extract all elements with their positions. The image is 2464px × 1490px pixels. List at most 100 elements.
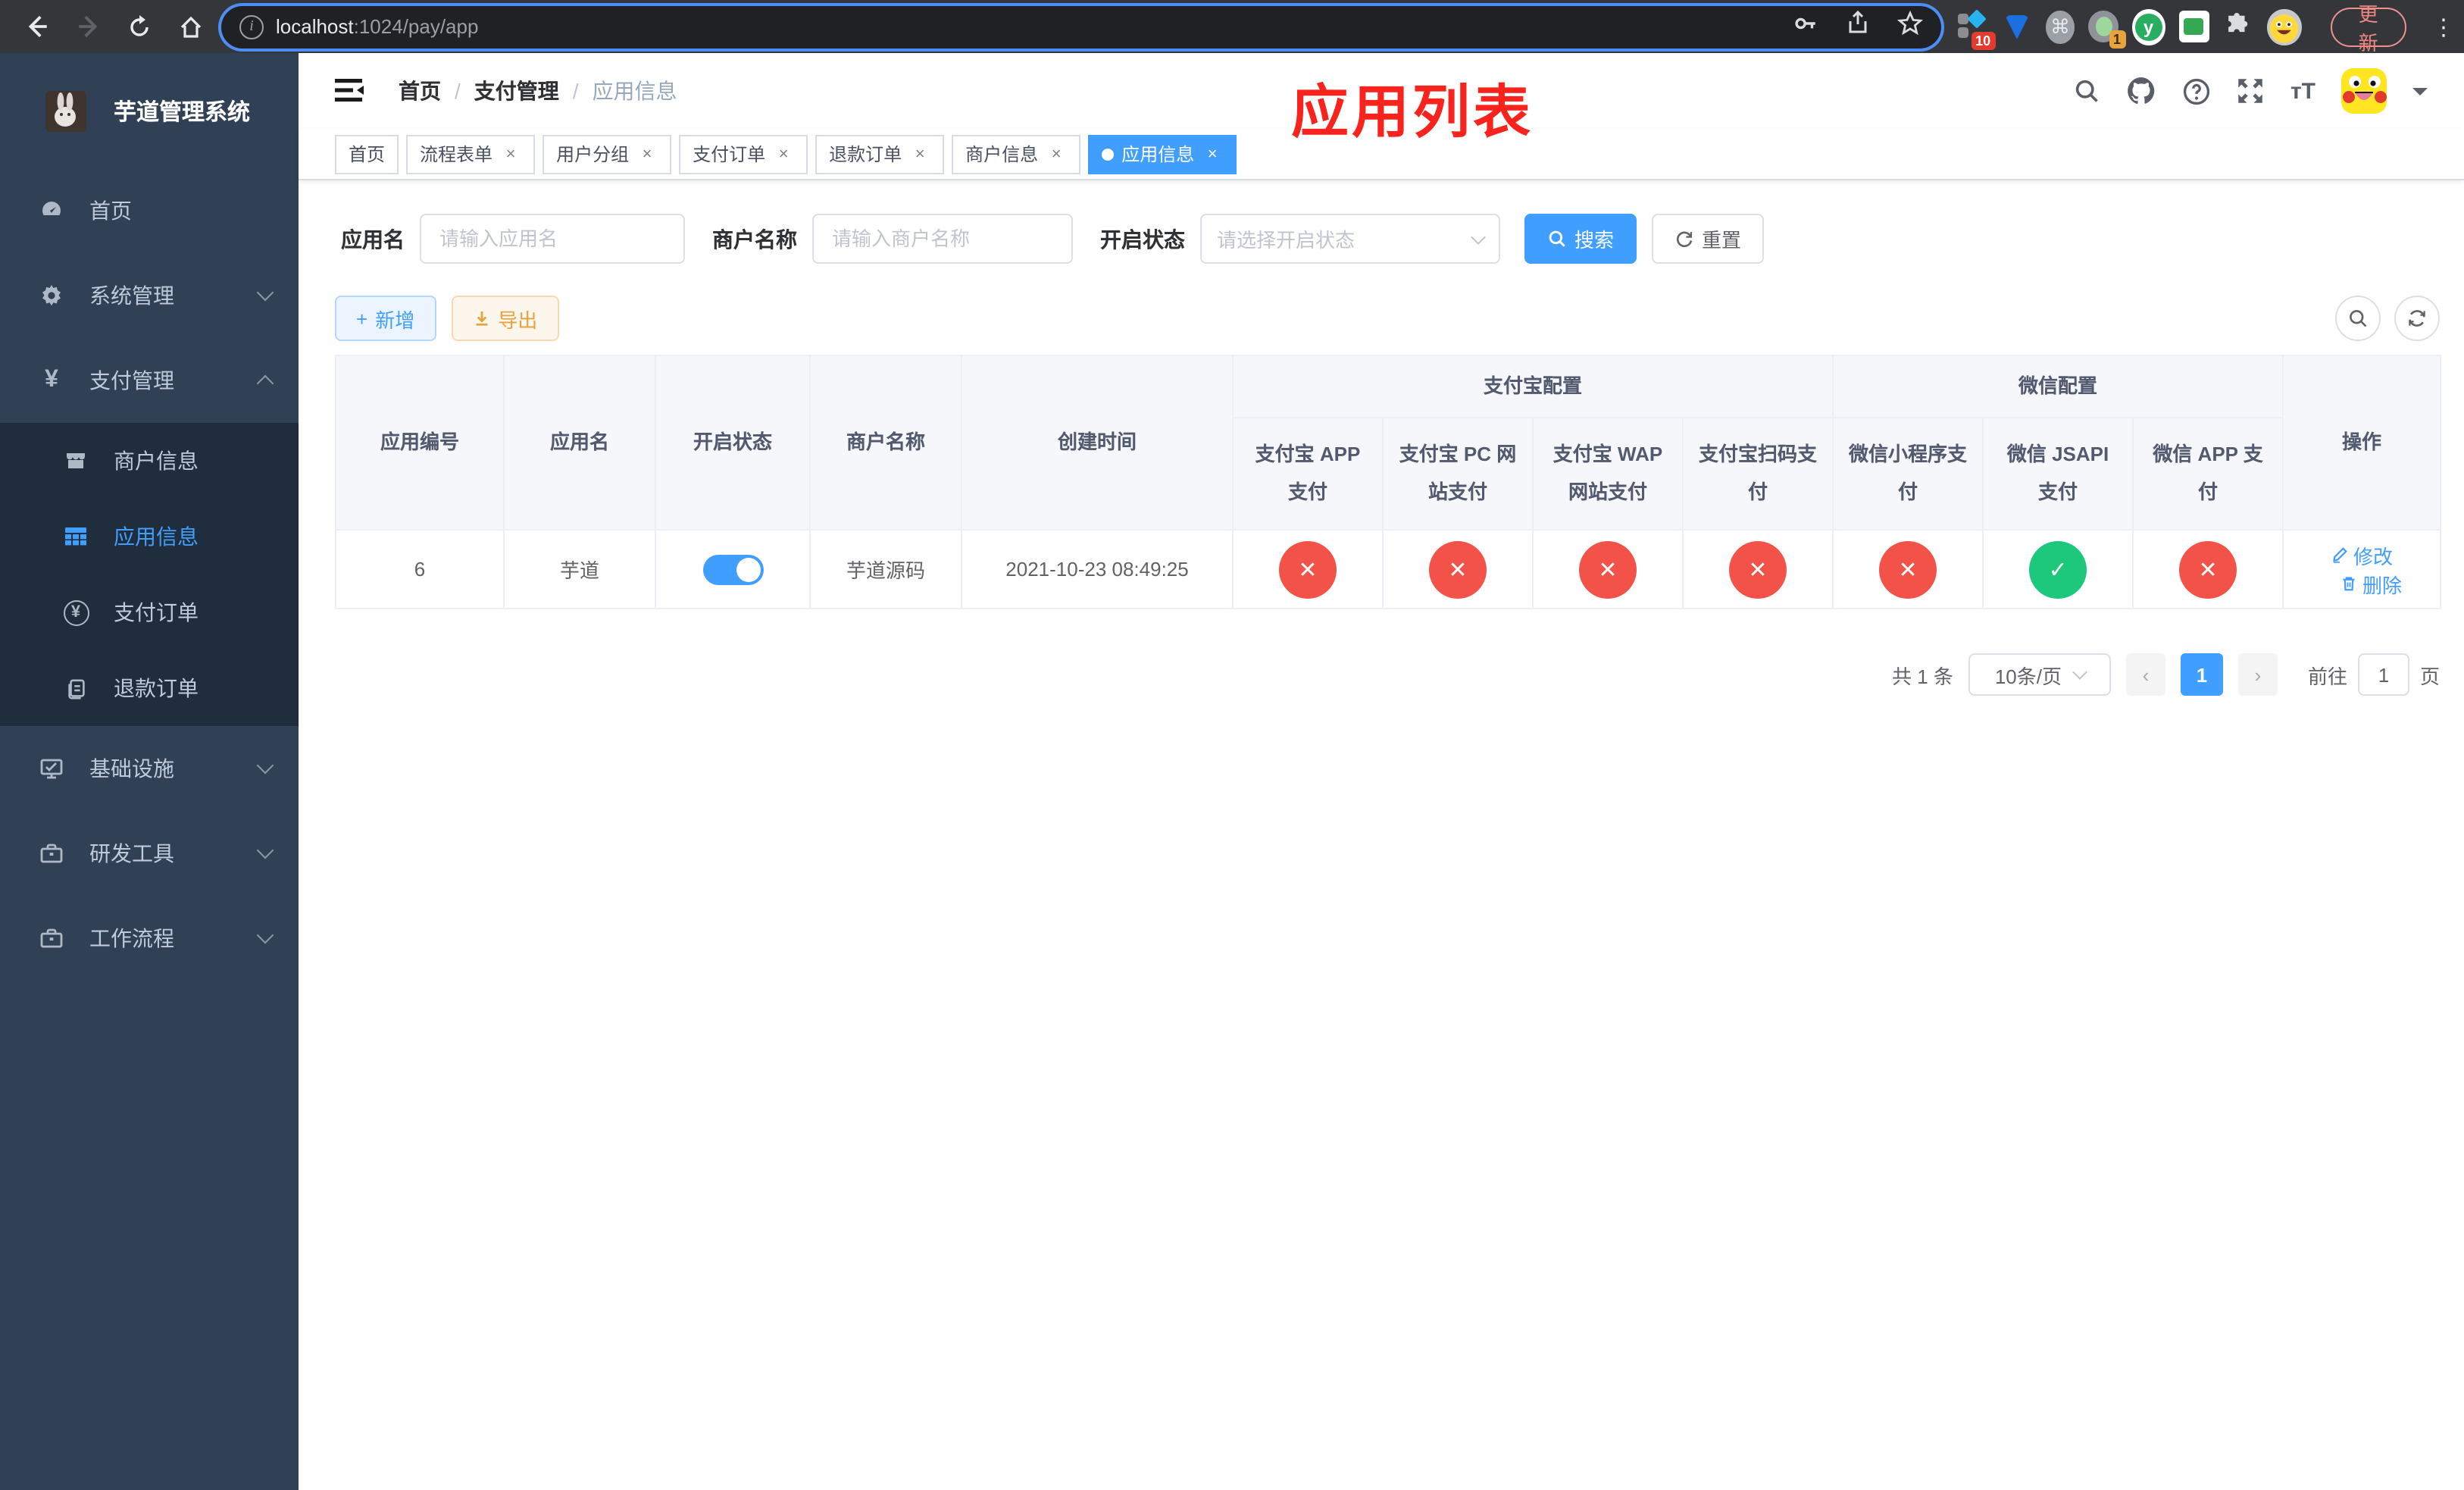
tab-refund-order[interactable]: 退款订单 × <box>815 134 945 174</box>
sidebar-item-infra[interactable]: 基础设施 <box>0 726 299 811</box>
search-icon[interactable] <box>2074 77 2101 105</box>
wechat-jsapi-status-icon: ✓ <box>2029 540 2087 598</box>
chevron-up-icon <box>256 374 274 393</box>
col-merchant: 商户名称 <box>809 355 962 531</box>
col-wechat-mini: 微信小程序支付 <box>1832 417 1984 531</box>
add-button[interactable]: + 新增 <box>335 296 436 341</box>
tab-app-info[interactable]: 应用信息 × <box>1088 134 1237 174</box>
sidebar-item-app-info[interactable]: 应用信息 <box>0 499 299 574</box>
close-icon[interactable]: × <box>1202 143 1223 164</box>
chevron-down-icon <box>2072 665 2087 680</box>
cell-created-at: 2021-10-23 08:49:25 <box>961 529 1234 609</box>
forward-icon[interactable] <box>70 8 106 45</box>
sidebar-toggle-icon[interactable] <box>335 77 365 105</box>
status-select[interactable]: 请选择开启状态 <box>1200 214 1500 264</box>
breadcrumb-payment[interactable]: 支付管理 <box>474 76 559 106</box>
app-name-input[interactable] <box>420 214 685 264</box>
app-title: 芋道管理系统 <box>114 99 251 125</box>
avatar-caret-icon[interactable] <box>2412 87 2428 102</box>
breadcrumb-separator: / <box>455 79 461 103</box>
emoji-extension-icon[interactable] <box>2267 8 2302 45</box>
tab-pay-order[interactable]: 支付订单 × <box>679 134 808 174</box>
export-button[interactable]: 导出 <box>451 296 559 341</box>
font-size-icon[interactable]: тT <box>2290 78 2315 104</box>
sidebar-item-home[interactable]: 首页 <box>0 168 299 253</box>
close-icon[interactable]: × <box>773 143 794 164</box>
chevron-down-icon <box>1471 229 1486 244</box>
reload-icon[interactable] <box>121 8 158 45</box>
gear-icon <box>38 283 65 308</box>
prev-page-button[interactable]: ‹ <box>2125 653 2165 696</box>
fullscreen-icon[interactable] <box>2237 77 2265 105</box>
alipay-scan-status-icon: ✕ <box>1729 540 1787 598</box>
page-1-button[interactable]: 1 <box>2180 653 2223 696</box>
extension-gem-icon[interactable] <box>2001 10 2032 43</box>
help-icon[interactable] <box>2183 77 2212 105</box>
extension-command-icon[interactable]: ⌘ <box>2046 10 2075 43</box>
col-alipay-wap: 支付宝 WAP 网站支付 <box>1532 417 1684 531</box>
close-icon[interactable]: × <box>500 143 521 164</box>
back-icon[interactable] <box>18 8 55 45</box>
search-button[interactable]: 搜索 <box>1524 214 1637 264</box>
page-unit-label: 页 <box>2419 665 2440 687</box>
filter-form: 应用名 商户名称 开启状态 请选择开启状态 搜索 重置 <box>335 214 2440 264</box>
goto-page-input[interactable] <box>2357 653 2409 696</box>
chevron-down-icon <box>256 283 274 302</box>
sidebar-item-refund-order[interactable]: 退款订单 <box>0 650 299 726</box>
page-size-select[interactable]: 10条/页 <box>1968 653 2111 696</box>
delete-link[interactable]: 删除 <box>2340 569 2402 598</box>
extension-profile-icon[interactable]: 1 <box>2087 11 2126 49</box>
status-toggle[interactable] <box>702 554 763 584</box>
bookmark-star-icon[interactable] <box>1896 9 1924 43</box>
site-info-icon[interactable]: i <box>239 14 264 39</box>
sidebar-item-system[interactable]: 系统管理 <box>0 253 299 338</box>
extensions-puzzle-icon[interactable] <box>2222 10 2253 43</box>
password-key-icon[interactable] <box>1793 10 1818 43</box>
edit-link[interactable]: 修改 <box>2331 540 2393 569</box>
tab-merchant-info[interactable]: 商户信息 × <box>952 134 1081 174</box>
alipay-pc-status-icon: ✕ <box>1429 540 1487 598</box>
extension-badge: 10 <box>1971 31 1996 49</box>
close-icon[interactable]: × <box>636 143 658 164</box>
tab-home[interactable]: 首页 <box>335 134 399 174</box>
col-wechat-app: 微信 APP 支付 <box>2132 417 2284 531</box>
sidebar-item-payment[interactable]: ¥ 支付管理 <box>0 338 299 423</box>
col-alipay-pc: 支付宝 PC 网站支付 <box>1382 417 1534 531</box>
user-avatar[interactable] <box>2341 68 2387 114</box>
toggle-search-button[interactable] <box>2335 296 2381 341</box>
sidebar-item-dev-tools[interactable]: 研发工具 <box>0 811 299 896</box>
sidebar-logo[interactable]: 芋道管理系统 <box>0 53 299 168</box>
dashboard-icon <box>38 199 65 223</box>
extension-tabs-icon[interactable]: 10 <box>1956 8 1996 49</box>
app-name-label: 应用名 <box>341 227 405 251</box>
extension-y-icon[interactable]: y <box>2131 8 2165 45</box>
close-icon[interactable]: × <box>1046 143 1067 164</box>
wechat-mini-status-icon: ✕ <box>1879 540 1937 598</box>
shop-icon <box>62 449 89 473</box>
home-icon[interactable] <box>173 8 209 45</box>
plus-icon: + <box>356 307 368 330</box>
browser-menu-icon[interactable]: ⋮ <box>2432 13 2455 40</box>
reset-button[interactable]: 重置 <box>1652 214 1765 264</box>
col-app-name: 应用名 <box>503 355 656 531</box>
tab-user-group[interactable]: 用户分组 × <box>543 134 672 174</box>
close-icon[interactable]: × <box>909 143 930 164</box>
github-icon[interactable] <box>2127 76 2157 106</box>
merchant-name-input[interactable] <box>812 214 1073 264</box>
alipay-app-status-icon: ✕ <box>1279 540 1337 598</box>
sidebar-item-merchant-info[interactable]: 商户信息 <box>0 423 299 499</box>
update-button[interactable]: 更新 <box>2330 2 2407 54</box>
breadcrumb-home[interactable]: 首页 <box>399 76 441 106</box>
table-toolbar: + 新增 导出 <box>335 296 2440 341</box>
share-icon[interactable] <box>1846 10 1870 42</box>
top-navbar: 首页 / 支付管理 / 应用信息 应用列表 тT <box>299 53 2464 146</box>
tab-process-form[interactable]: 流程表单 × <box>406 134 536 174</box>
url-bar[interactable]: i localhost:1024/pay/app <box>221 5 1941 48</box>
group-wechat-config: 微信配置 <box>1832 355 2284 418</box>
refresh-button[interactable] <box>2394 296 2440 341</box>
sidebar-item-workflow[interactable]: 工作流程 <box>0 896 299 981</box>
extension-chat-icon[interactable] <box>2178 11 2209 42</box>
wechat-app-status-icon: ✕ <box>2179 540 2237 598</box>
next-page-button[interactable]: › <box>2237 653 2278 696</box>
sidebar-item-pay-order[interactable]: ¥ 支付订单 <box>0 574 299 650</box>
